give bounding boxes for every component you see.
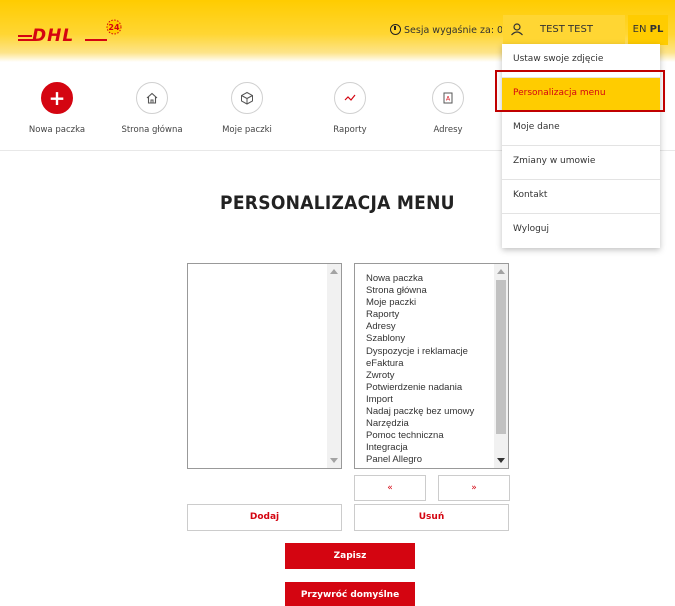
list-option[interactable]: eFaktura: [366, 358, 474, 370]
list-option[interactable]: Potwierdzenie nadania: [366, 382, 474, 394]
plus-icon: +: [41, 82, 73, 114]
user-icon: [511, 23, 523, 36]
scroll-down-icon[interactable]: [330, 458, 338, 463]
list-option[interactable]: Strona główna: [366, 285, 474, 297]
scrollbar[interactable]: [327, 264, 341, 468]
scroll-up-icon[interactable]: [330, 269, 338, 274]
logo-text: DHL: [32, 26, 74, 44]
lang-pl[interactable]: PL: [650, 24, 664, 35]
list-option[interactable]: Raporty: [366, 309, 474, 321]
list-option[interactable]: Adresy: [366, 321, 474, 333]
list-option[interactable]: Dyspozycje i reklamacje: [366, 346, 474, 358]
available-menu-listbox[interactable]: Nowa paczka Strona główna Moje paczki Rapor…: [354, 263, 509, 469]
nav-item-moje-paczki[interactable]: Moje paczki: [202, 82, 292, 135]
nav-label: Raporty: [333, 125, 367, 135]
clock-icon: [390, 24, 401, 35]
add-button[interactable]: Dodaj: [187, 504, 342, 531]
nav-item-adresy[interactable]: A Adresy: [403, 82, 493, 135]
dhl-logo[interactable]: DHL 24: [18, 18, 128, 44]
nav-item-nowa-paczka[interactable]: + Nowa paczka: [12, 82, 102, 135]
svg-text:A: A: [446, 96, 451, 103]
list-option[interactable]: Import: [366, 394, 474, 406]
selection-highlight: [495, 70, 665, 112]
remove-button[interactable]: Usuń: [354, 504, 509, 531]
list-option[interactable]: Nowa paczka: [366, 273, 474, 285]
scroll-thumb[interactable]: [496, 280, 506, 434]
nav-item-strona-glowna[interactable]: Strona główna: [107, 82, 197, 135]
session-timer: Sesja wygaśnie za: 09:5!: [390, 24, 502, 36]
nav-label: Nowa paczka: [28, 125, 86, 135]
menu-item-wyloguj[interactable]: Wyloguj: [502, 214, 660, 248]
nav-label: Adresy: [433, 125, 463, 135]
chart-line-icon: [334, 82, 366, 114]
main-nav: + Nowa paczka Strona główna Moje paczki …: [0, 82, 500, 142]
nav-label: Moje paczki: [222, 125, 272, 135]
list-option[interactable]: Nadaj paczkę bez umowy: [366, 406, 474, 418]
nav-label: Strona główna: [121, 125, 183, 135]
list-option[interactable]: Zwroty: [366, 370, 474, 382]
scrollbar[interactable]: [494, 264, 508, 468]
list-option[interactable]: Narzędzia: [366, 418, 474, 430]
list-option[interactable]: Moje paczki: [366, 297, 474, 309]
list-option[interactable]: Integracja: [366, 442, 474, 454]
lang-en[interactable]: EN: [633, 24, 647, 35]
language-switcher[interactable]: EN PL: [628, 15, 668, 45]
save-button[interactable]: Zapisz: [285, 543, 415, 569]
menu-item-moje-dane[interactable]: Moje dane: [502, 112, 660, 146]
move-up-button[interactable]: «: [354, 475, 426, 501]
scroll-down-icon[interactable]: [497, 458, 505, 463]
logo-badge: 24: [108, 23, 120, 32]
move-down-button[interactable]: »: [438, 475, 510, 501]
list-option[interactable]: Kalkulator cen: [366, 467, 474, 469]
package-icon: [231, 82, 263, 114]
scroll-up-icon[interactable]: [497, 269, 505, 274]
list-option[interactable]: Szablony: [366, 333, 474, 345]
page-title: PERSONALIZACJA MENU: [220, 192, 455, 214]
address-book-icon: A: [432, 82, 464, 114]
session-label: Sesja wygaśnie za: 09:5!: [404, 25, 502, 36]
restore-defaults-button[interactable]: Przywróć domyślne: [285, 582, 415, 606]
selected-menu-listbox[interactable]: [187, 263, 342, 469]
options-list: Nowa paczka Strona główna Moje paczki Rapor…: [366, 273, 474, 469]
home-icon: [136, 82, 168, 114]
user-name[interactable]: TEST TEST: [540, 24, 593, 35]
nav-item-raporty[interactable]: Raporty: [305, 82, 395, 135]
menu-item-zmiany-w-umowie[interactable]: Zmiany w umowie: [502, 146, 660, 180]
list-option[interactable]: Pomoc techniczna: [366, 430, 474, 442]
list-option[interactable]: Panel Allegro: [366, 454, 474, 466]
